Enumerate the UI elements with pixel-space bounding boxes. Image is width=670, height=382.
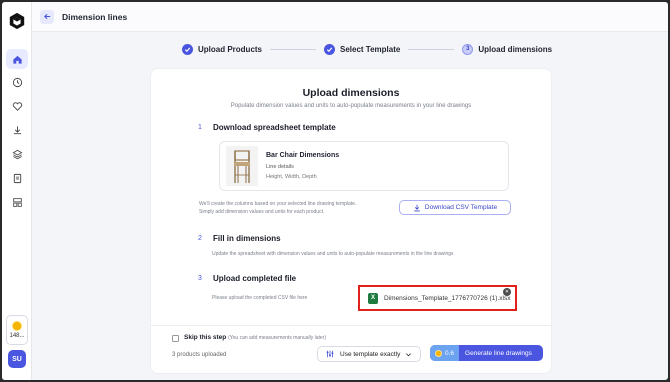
template-hint-line: We'll create the columns based on your s… [199, 201, 357, 207]
section-number: 1 [198, 124, 202, 131]
heart-icon [12, 101, 22, 111]
download-csv-template-button[interactable]: Download CSV Template [399, 200, 511, 215]
step-divider [270, 48, 317, 50]
sidebar: 148... SU [2, 2, 32, 380]
credits-balance[interactable]: 148... [6, 315, 28, 345]
sidebar-item-downloads[interactable] [6, 120, 28, 140]
card-title: Upload dimensions [302, 87, 400, 99]
check-icon [182, 43, 193, 55]
remove-file-icon[interactable]: ✕ [503, 288, 511, 296]
blocks-icon [12, 197, 22, 207]
sidebar-item-blocks[interactable] [6, 192, 28, 212]
sliders-icon [326, 350, 334, 358]
skip-step-text: Skip this step [184, 334, 227, 341]
template-hint-line: Simply add dimension values and units fo… [199, 209, 325, 215]
sidebar-item-layers[interactable] [6, 144, 28, 164]
document-icon [13, 173, 21, 183]
back-button[interactable] [40, 9, 54, 24]
check-icon [324, 43, 336, 55]
section-title: Fill in dimensions [213, 234, 281, 243]
product-name: Bar Chair Dimensions [266, 152, 340, 159]
step-divider [408, 48, 455, 50]
skip-step-checkbox[interactable] [172, 335, 179, 342]
sidebar-item-history[interactable] [6, 72, 28, 92]
skip-step-label[interactable]: Skip this step (You can add measurements… [184, 334, 326, 341]
clock-icon [12, 77, 22, 87]
progress-stepper: Upload Products Select Template 3 Upload… [182, 42, 552, 56]
step-label: Select Template [340, 44, 401, 54]
home-icon [12, 55, 22, 64]
page-title: Dimension lines [62, 11, 128, 22]
card-subtitle: Populate dimension values and units to a… [230, 103, 472, 109]
cost-value: 0.6 [445, 349, 455, 357]
bar-chair-thumbnail [226, 146, 258, 186]
avatar[interactable]: SU [8, 350, 26, 368]
button-label: Download CSV Template [424, 204, 498, 211]
chevron-down-icon [406, 353, 411, 357]
credits-value: 148... [9, 333, 25, 339]
layers-icon [12, 149, 22, 159]
coin-icon [12, 321, 22, 331]
sidebar-item-home[interactable] [6, 49, 28, 69]
section-number: 3 [198, 275, 202, 282]
template-hint: We'll create the columns based on your s… [199, 200, 379, 216]
upload-dimensions-card: Upload dimensions Populate dimension val… [150, 68, 552, 374]
fill-hint: Update the spreadsheet with dimension va… [212, 251, 454, 257]
button-label: Generate line drawings [465, 349, 532, 357]
app-window: 148... SU Dimension lines Upload Product… [2, 2, 668, 380]
step-label: Upload Products [198, 44, 263, 54]
file-name: Dimensions_Template_1776770726 (1).xlsx [384, 294, 511, 302]
sidebar-item-documents[interactable] [6, 168, 28, 188]
download-icon [414, 204, 420, 211]
products-uploaded-count: 3 products uploaded [172, 352, 227, 358]
uploaded-file[interactable]: X Dimensions_Template_1776770726 (1).xls… [358, 285, 517, 311]
step-upload-dimensions[interactable]: 3 Upload dimensions [462, 43, 553, 55]
product-card: Bar Chair Dimensions Line details Height… [219, 141, 509, 191]
step-label: Upload dimensions [478, 44, 553, 54]
section-number: 2 [198, 235, 202, 242]
step-number: 3 [462, 43, 474, 55]
product-detail: Line details [266, 164, 294, 170]
step-select-template[interactable]: Select Template [324, 43, 401, 55]
sidebar-item-favorites[interactable] [6, 96, 28, 116]
card-footer: Skip this step (You can add measurements… [151, 325, 551, 375]
arrow-left-icon [43, 13, 50, 20]
section-title: Upload completed file [213, 274, 297, 283]
top-bar: Dimension lines [32, 2, 668, 32]
step-upload-products[interactable]: Upload Products [182, 43, 263, 55]
excel-file-icon: X [368, 292, 378, 304]
app-logo-icon[interactable] [8, 12, 26, 30]
download-icon [13, 125, 21, 134]
product-dimensions: Height, Width, Depth [266, 174, 317, 180]
template-mode-select[interactable]: Use template exactly [317, 346, 421, 362]
generate-line-drawings-button[interactable]: 0.6 Generate line drawings [430, 345, 543, 361]
section-title: Download spreadsheet template [213, 123, 336, 132]
select-value: Use template exactly [340, 350, 401, 358]
skip-step-note: (You can add measurements manually later… [228, 335, 327, 341]
credit-cost: 0.6 [430, 345, 460, 361]
coin-icon [435, 349, 442, 357]
upload-hint: Please upload the completed CSV file her… [212, 295, 308, 301]
